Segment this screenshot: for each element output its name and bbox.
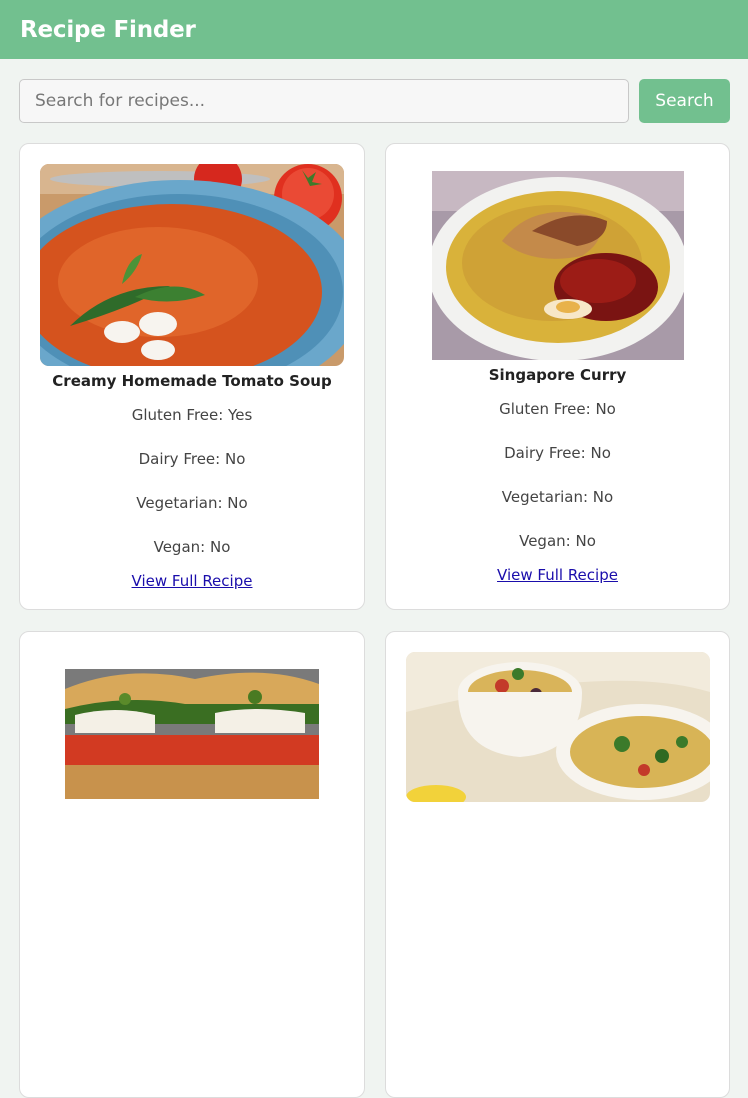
search-bar: Search <box>19 79 730 123</box>
recipe-card: Creamy Homemade Tomato Soup Gluten Free:… <box>19 143 365 610</box>
recipe-card <box>19 631 365 1098</box>
tomato-soup-photo <box>40 164 344 366</box>
curry-photo <box>431 171 684 360</box>
couscous-salad-photo <box>406 652 710 802</box>
view-recipe-link[interactable]: View Full Recipe <box>406 566 709 584</box>
gluten-free-text: Gluten Free: No <box>499 400 616 418</box>
recipe-title: Creamy Homemade Tomato Soup <box>52 372 332 390</box>
vegetarian-text: Vegetarian: No <box>136 494 248 512</box>
app-title: Recipe Finder <box>20 16 196 43</box>
dairy-free-text: Dairy Free: No <box>138 450 246 468</box>
gluten-free-text: Gluten Free: Yes <box>131 406 253 424</box>
vegetarian-text: Vegetarian: No <box>501 488 614 506</box>
view-recipe-link[interactable]: View Full Recipe <box>40 572 344 590</box>
recipe-card <box>385 631 730 1098</box>
vegan-text: Vegan: No <box>153 538 231 556</box>
dairy-free-text: Dairy Free: No <box>504 444 611 462</box>
vegan-text: Vegan: No <box>519 532 596 550</box>
app-header: Recipe Finder <box>0 0 748 59</box>
sandwich-photo <box>65 669 319 799</box>
recipe-card: Singapore Curry Gluten Free: No Dairy Fr… <box>385 143 730 610</box>
recipe-title: Singapore Curry <box>488 366 627 384</box>
recipe-grid: Creamy Homemade Tomato Soup Gluten Free:… <box>19 143 730 1098</box>
search-button[interactable]: Search <box>639 79 730 123</box>
search-input[interactable] <box>19 79 629 123</box>
